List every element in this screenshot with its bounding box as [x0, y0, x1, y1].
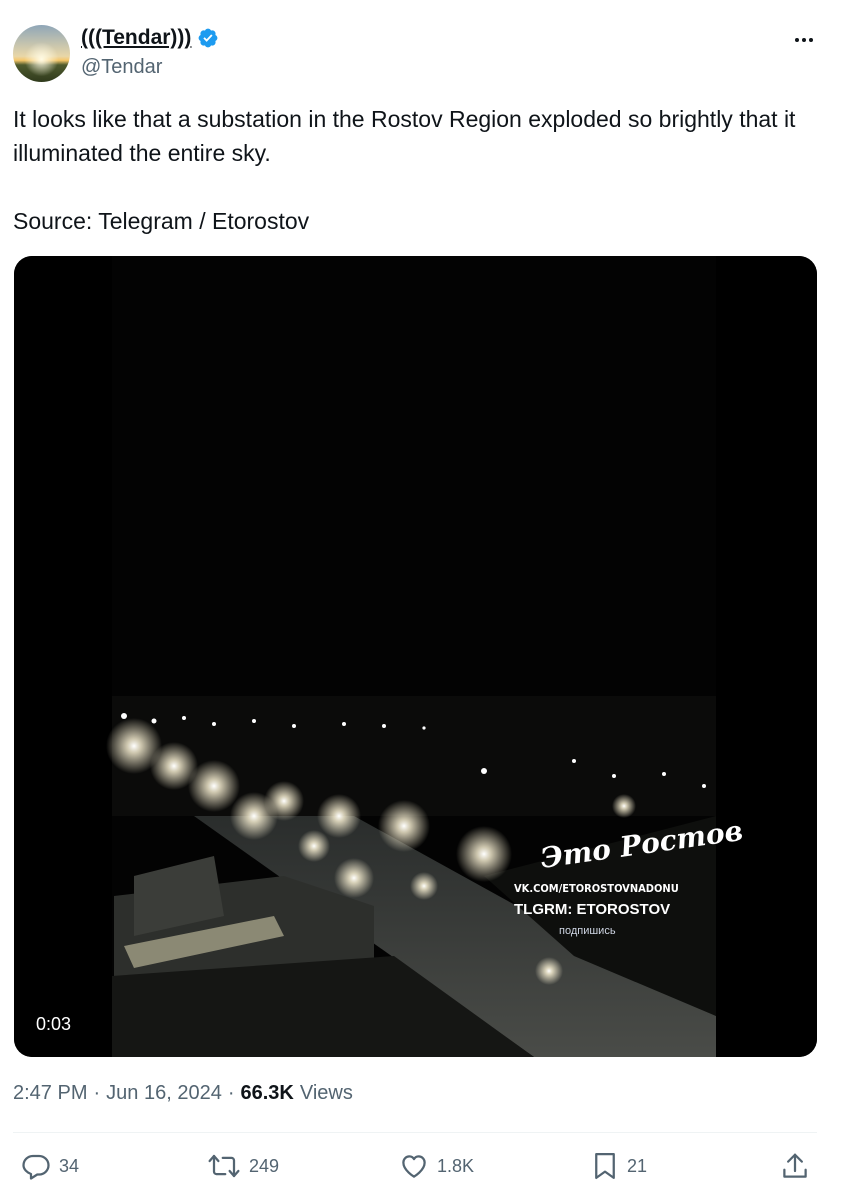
tweet-source-paragraph: Source: Telegram / Etorostov [13, 208, 310, 234]
share-icon [783, 1153, 807, 1178]
meta-separator: · [227, 1082, 235, 1104]
tweet-text: It looks like that a substation in the R… [13, 102, 813, 238]
display-name-text[interactable]: (((Tendar))) [81, 26, 191, 50]
views-label[interactable]: Views [300, 1082, 353, 1105]
avatar-sunset-image [13, 25, 70, 82]
repost-icon [208, 1154, 240, 1178]
video-frame: Это Ростов VK.COM/ETOROSTOVNADONU TLGRM:… [14, 256, 817, 1057]
tweet-card: (((Tendar))) @Tendar It looks like that … [0, 0, 850, 1198]
video-duration: 0:03 [36, 1014, 72, 1034]
video-player[interactable]: Это Ростов VK.COM/ETOROSTOVNADONU TLGRM:… [14, 256, 817, 1057]
like-count: 1.8K [437, 1155, 475, 1176]
action-bar: 34 249 1.8K 21 [0, 1150, 850, 1182]
meta-separator: · [93, 1082, 101, 1104]
tweet-time[interactable]: 2:47 PM [13, 1082, 87, 1105]
repost-count: 249 [249, 1155, 280, 1176]
bookmark-count: 21 [627, 1155, 648, 1176]
watermark-vk: VK.COM/ETOROSTOVNADONU [514, 882, 679, 895]
views-count[interactable]: 66.3K [240, 1082, 293, 1105]
tweet-paragraph: It looks like that a substation in the R… [13, 106, 796, 166]
reply-button[interactable]: 34 [21, 1150, 79, 1182]
verified-badge-icon [199, 28, 218, 48]
heart-icon [402, 1155, 426, 1178]
divider [13, 1132, 817, 1133]
bookmark-icon [595, 1153, 615, 1179]
like-button[interactable]: 1.8K [399, 1150, 474, 1182]
author-display-name[interactable]: (((Tendar))) [81, 26, 219, 50]
reply-icon [22, 1154, 50, 1180]
tweet-date[interactable]: Jun 16, 2024 [106, 1082, 222, 1105]
tweet-meta: 2:47 PM · Jun 16, 2024 · 66.3K Views [13, 1082, 353, 1105]
share-button[interactable] [780, 1150, 810, 1182]
watermark-subscribe: подпишись [559, 925, 616, 937]
repost-button[interactable]: 249 [207, 1150, 279, 1182]
reply-count: 34 [59, 1155, 80, 1176]
watermark-telegram: TLGRM: ETOROSTOV [514, 901, 670, 918]
author-handle[interactable]: @Tendar [81, 56, 162, 79]
bookmark-button[interactable]: 21 [591, 1150, 647, 1182]
more-options-icon[interactable] [790, 30, 818, 50]
author-avatar[interactable] [13, 25, 70, 82]
